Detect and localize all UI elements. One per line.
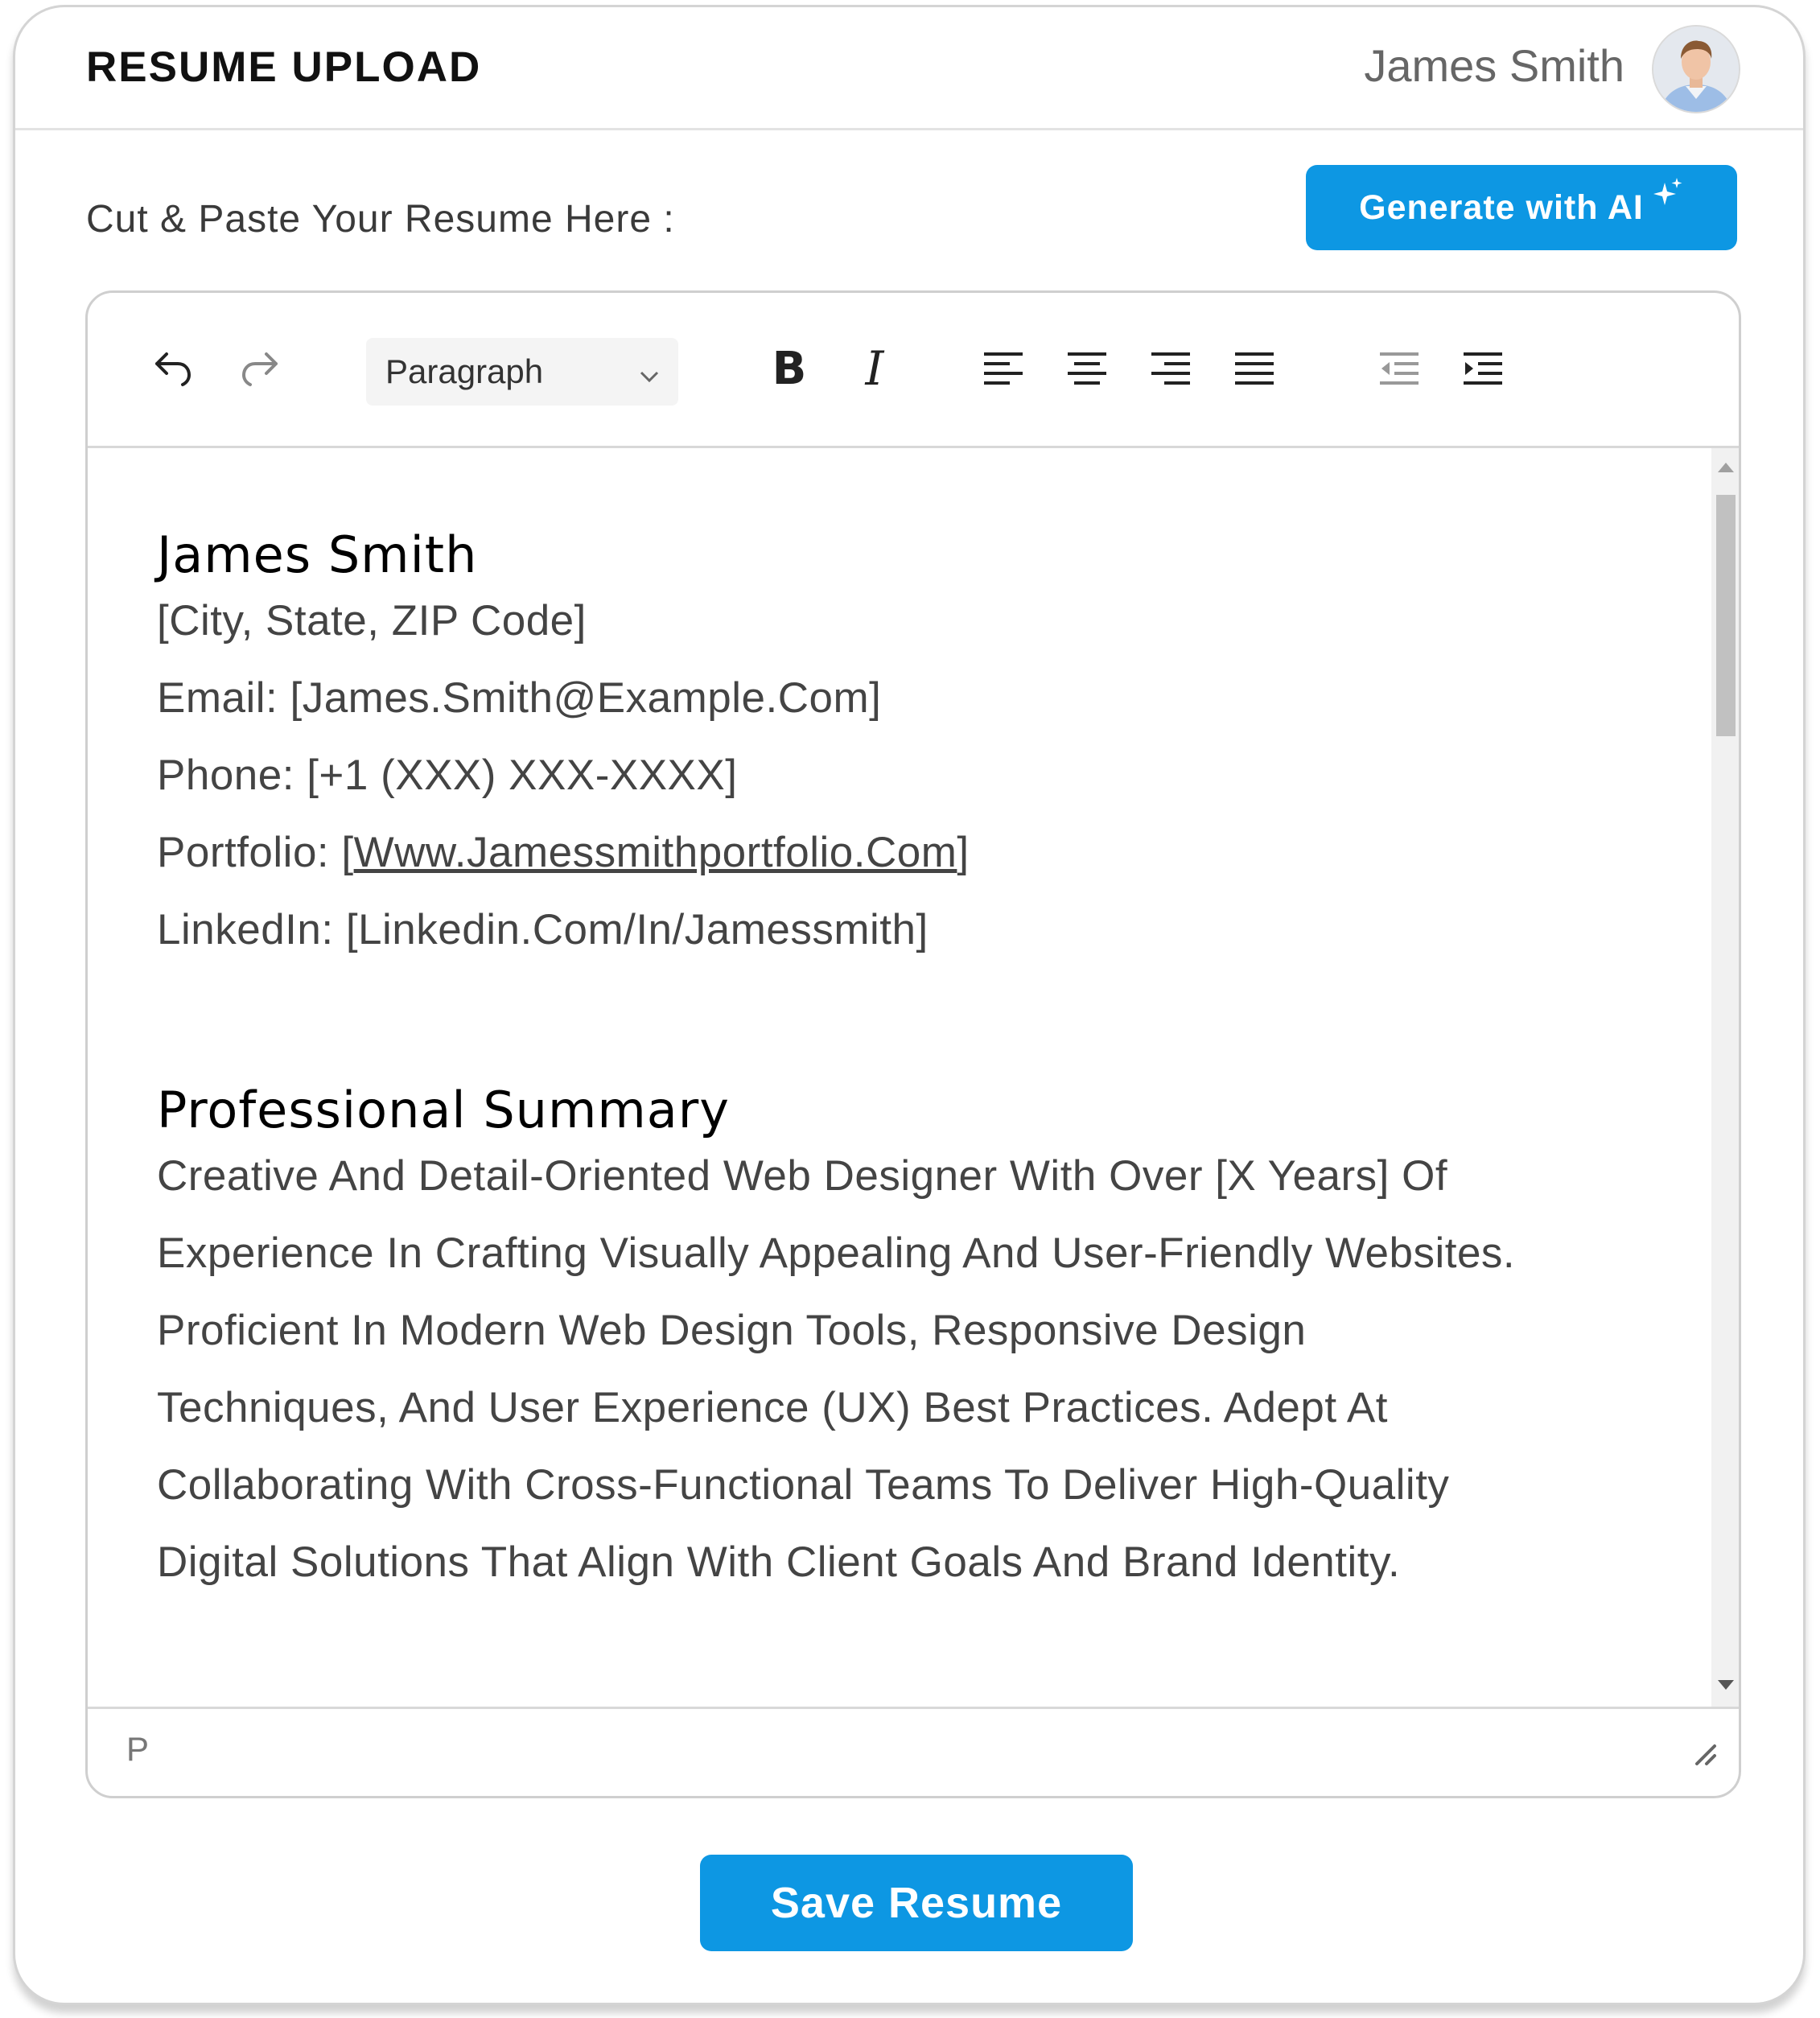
resize-handle-icon[interactable]: [1690, 1740, 1718, 1771]
editor-scrollbar[interactable]: [1711, 448, 1739, 1707]
editor-content[interactable]: James Smith [City, State, ZIP Code] Emai…: [88, 448, 1718, 1707]
block-format-select[interactable]: Paragraph: [366, 338, 678, 406]
resume-upload-card: RESUME UPLOAD James Smith Cut & Paste Yo…: [13, 5, 1806, 2005]
summary-line: Creative And Detail-Oriented Web Designe…: [157, 1152, 1448, 1200]
editor-statusbar: P: [88, 1707, 1739, 1796]
align-left-icon[interactable]: [979, 344, 1027, 393]
user-name: James Smith: [1364, 40, 1624, 91]
summary-line: Digital Solutions That Align With Client…: [157, 1538, 1401, 1586]
chevron-down-icon: [636, 359, 662, 397]
portfolio-link[interactable]: Www.Jamessmithportfolio.Com: [354, 829, 957, 876]
avatar[interactable]: [1652, 25, 1740, 113]
scroll-thumb[interactable]: [1716, 495, 1736, 736]
save-resume-button[interactable]: Save Resume: [700, 1855, 1133, 1951]
paste-resume-label: Cut & Paste Your Resume Here :: [86, 198, 675, 241]
resume-name-heading: James Smith: [157, 525, 478, 584]
element-path[interactable]: P: [126, 1730, 149, 1769]
portfolio-suffix: ]: [957, 829, 970, 876]
summary-heading: Professional Summary: [157, 1081, 730, 1139]
editor-toolbar: Paragraph B I: [88, 293, 1739, 448]
rich-text-editor: Paragraph B I James Smith [City, State, …: [85, 290, 1741, 1798]
user-avatar-icon: [1653, 27, 1739, 112]
summary-line: Proficient In Modern Web Design Tools, R…: [157, 1307, 1307, 1354]
summary-line: Techniques, And User Experience (UX) Bes…: [157, 1384, 1388, 1431]
sparkle-icon: [1652, 176, 1684, 220]
redo-icon[interactable]: [236, 344, 284, 393]
header-bar: RESUME UPLOAD James Smith: [15, 7, 1803, 130]
page-title: RESUME UPLOAD: [86, 43, 482, 91]
bold-icon[interactable]: B: [765, 343, 813, 395]
indent-icon[interactable]: [1459, 344, 1507, 393]
italic-icon[interactable]: I: [850, 341, 899, 396]
summary-line: Collaborating With Cross-Functional Team…: [157, 1461, 1450, 1509]
block-format-value: Paragraph: [385, 352, 544, 390]
summary-line: Experience In Crafting Visually Appealin…: [157, 1229, 1516, 1277]
contact-portfolio: Portfolio: [Www.Jamessmithportfolio.Com]: [157, 828, 970, 877]
align-justify-icon[interactable]: [1230, 344, 1279, 393]
generate-with-ai-label: Generate with AI: [1359, 187, 1644, 227]
scroll-up-arrow-icon[interactable]: [1716, 459, 1736, 476]
undo-icon[interactable]: [149, 344, 197, 393]
align-center-icon[interactable]: [1063, 344, 1111, 393]
scroll-down-arrow-icon[interactable]: [1716, 1677, 1736, 1693]
outdent-icon[interactable]: [1375, 344, 1423, 393]
align-right-icon[interactable]: [1147, 344, 1195, 393]
contact-linkedin: LinkedIn: [Linkedin.Com/In/Jamessmith]: [157, 906, 929, 953]
generate-with-ai-button[interactable]: Generate with AI: [1306, 165, 1737, 250]
contact-phone: Phone: [+1 (XXX) XXX-XXXX]: [157, 752, 738, 799]
contact-email: Email: [James.Smith@Example.Com]: [157, 674, 882, 722]
contact-address: [City, State, ZIP Code]: [157, 597, 587, 645]
portfolio-prefix: Portfolio: [: [157, 829, 354, 876]
